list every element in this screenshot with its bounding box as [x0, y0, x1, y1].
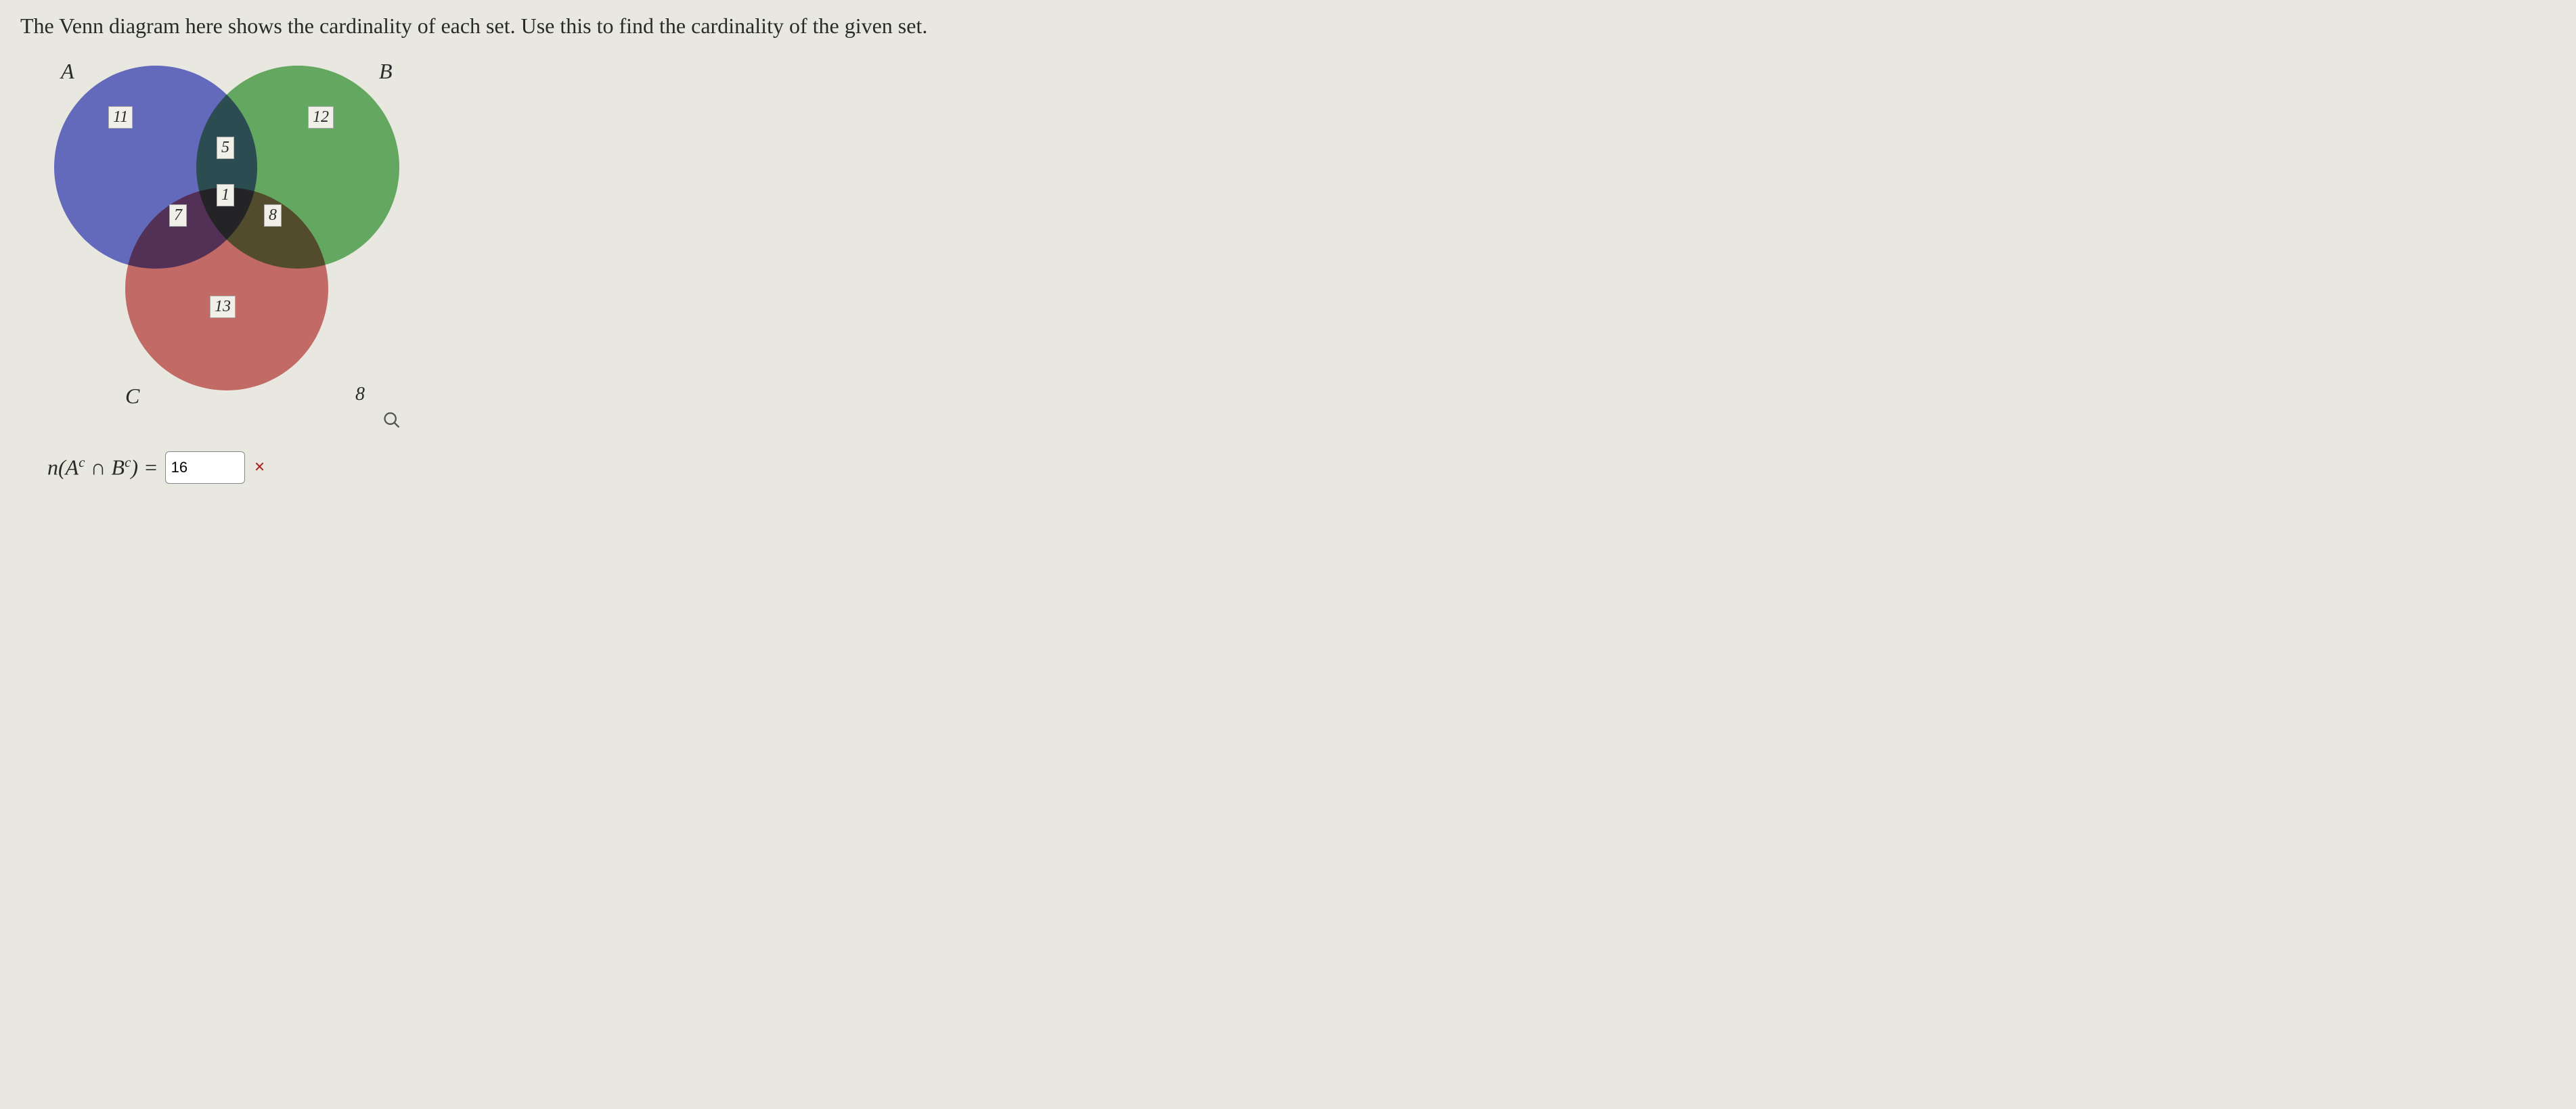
feedback-incorrect-icon: × [254, 457, 265, 478]
region-ac-value: 7 [169, 204, 187, 227]
venn-diagram: A B C 11 12 5 1 7 8 13 8 [47, 52, 453, 431]
region-outside-value: 8 [355, 384, 365, 405]
region-b-only-value: 12 [308, 106, 334, 129]
region-a-only-value: 11 [108, 106, 133, 129]
answer-input[interactable] [165, 451, 245, 484]
region-abc-value: 1 [217, 184, 234, 206]
magnify-icon[interactable] [382, 411, 401, 433]
question-prompt: The Venn diagram here shows the cardinal… [20, 14, 2556, 39]
set-a-label: A [61, 59, 74, 84]
set-c-circle [125, 187, 328, 390]
set-b-label: B [379, 59, 393, 84]
region-c-only-value: 13 [210, 296, 236, 318]
region-bc-value: 8 [264, 204, 282, 227]
question-expression: n(Ac ∩ Bc) = [47, 455, 158, 480]
set-c-label: C [125, 384, 139, 409]
answer-row: n(Ac ∩ Bc) = × [47, 451, 2556, 484]
region-ab-value: 5 [217, 137, 234, 159]
